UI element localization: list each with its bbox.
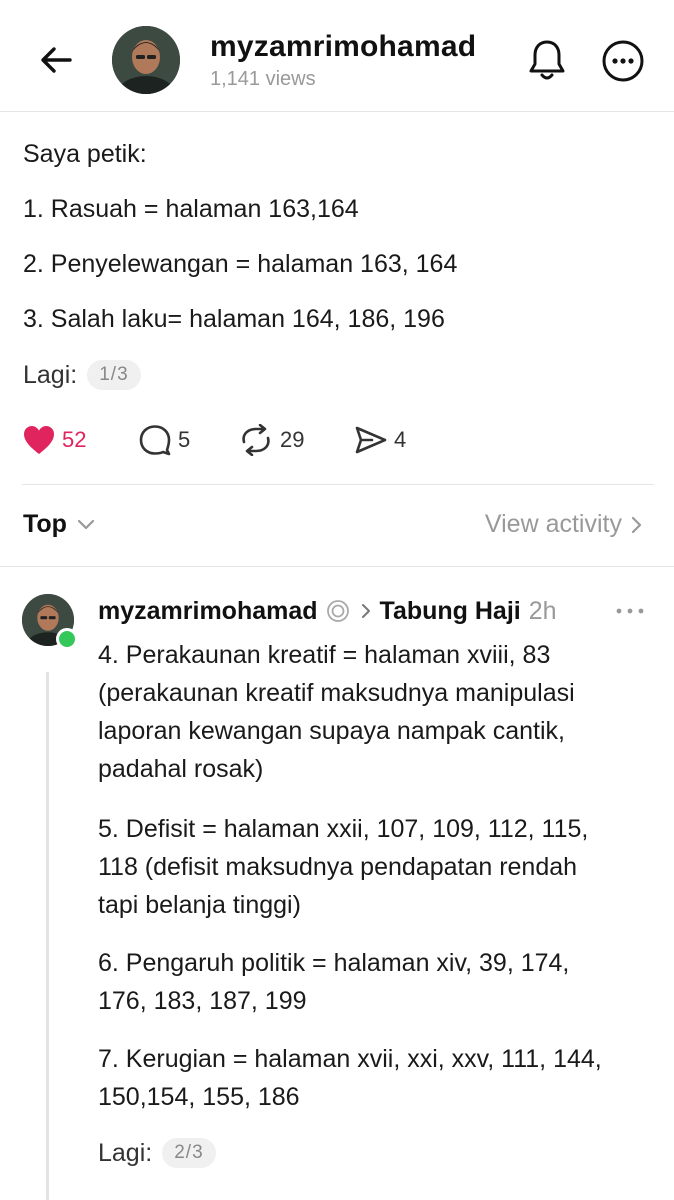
heart-icon xyxy=(24,426,54,454)
view-activity-link[interactable]: View activity xyxy=(485,510,644,539)
comment-button[interactable]: 5 xyxy=(138,420,190,460)
repost-button[interactable]: 29 xyxy=(238,420,304,460)
repost-count: 29 xyxy=(280,427,305,452)
more-pages-row: Lagi: 1/3 xyxy=(23,360,141,390)
chevron-down-icon xyxy=(77,519,95,529)
chevron-right-icon xyxy=(361,604,370,618)
reply-header: myzamrimohamad Tabung Haji 2h xyxy=(98,594,557,628)
threads-badge-icon xyxy=(326,600,349,622)
reply-text-line: 5. Defisit = halaman xxii, 107, 109, 112… xyxy=(98,815,589,843)
sort-dropdown[interactable]: Top xyxy=(23,510,97,539)
header-username[interactable]: myzamrimohamad xyxy=(210,30,476,64)
reply-text-line: 118 (defisit maksudnya pendapatan rendah xyxy=(98,853,578,881)
community-link[interactable]: Tabung Haji xyxy=(380,597,521,626)
share-button[interactable]: 4 xyxy=(354,420,406,460)
reply-more-button[interactable] xyxy=(612,600,648,622)
share-icon xyxy=(355,426,387,454)
post-text-line: Saya petik: xyxy=(23,140,147,168)
page-indicator[interactable]: 1/3 xyxy=(87,360,141,390)
reply-text-line: 176, 183, 187, 199 xyxy=(98,987,307,1015)
page-indicator[interactable]: 2/3 xyxy=(162,1138,216,1168)
avatar[interactable] xyxy=(112,26,180,94)
reply-text-line: 150,154, 155, 186 xyxy=(98,1083,300,1111)
view-activity-label: View activity xyxy=(484,510,622,538)
thread-line xyxy=(46,672,49,1200)
share-count: 4 xyxy=(394,427,407,452)
comment-count: 5 xyxy=(178,427,191,452)
reply-username[interactable]: myzamrimohamad xyxy=(98,597,318,626)
more-label: Lagi: xyxy=(23,360,78,389)
bell-icon xyxy=(529,40,565,80)
reply-paragraph: 6. Pengaruh politik = halaman xiv, 39, 1… xyxy=(98,944,569,1020)
back-button[interactable] xyxy=(36,40,76,80)
notification-button[interactable] xyxy=(526,38,568,82)
more-circle-icon xyxy=(602,40,644,82)
back-arrow-icon xyxy=(41,47,72,73)
post-text-line: 2. Penyelewangan = halaman 163, 164 xyxy=(23,250,458,278)
online-status-dot xyxy=(56,628,78,650)
reply-text-line: (perakaunan kreatif maksudnya manipulasi xyxy=(98,679,575,707)
view-count: 1,141 views xyxy=(210,68,316,90)
more-options-button[interactable] xyxy=(600,38,646,84)
more-pages-row: Lagi: 2/3 xyxy=(98,1138,216,1168)
reply-text-line: 4. Perakaunan kreatif = halaman xviii, 8… xyxy=(98,641,551,669)
more-label: Lagi: xyxy=(98,1138,153,1167)
post-text-line: 1. Rasuah = halaman 163,164 xyxy=(23,195,359,223)
reply-text-line: 6. Pengaruh politik = halaman xiv, 39, 1… xyxy=(98,949,570,977)
like-button[interactable]: 52 xyxy=(22,420,86,460)
reply-timestamp: 2h xyxy=(528,596,557,625)
divider xyxy=(0,566,674,567)
reply-text-line: padahal rosak) xyxy=(98,755,264,783)
reply-text-line: tapi belanja tinggi) xyxy=(98,891,301,919)
reply-text-line: 7. Kerugian = halaman xvii, xxi, xxv, 11… xyxy=(98,1045,602,1073)
reply-text-line: laporan kewangan supaya nampak cantik, xyxy=(98,717,565,745)
sort-label: Top xyxy=(23,510,67,538)
reply-paragraph: 7. Kerugian = halaman xvii, xxi, xxv, 11… xyxy=(98,1040,602,1116)
comment-icon xyxy=(139,425,171,456)
like-count: 52 xyxy=(62,427,87,452)
replies-sort-bar: Top View activity xyxy=(0,484,674,566)
post-actions: 52 5 29 4 xyxy=(22,420,442,460)
post-text-line: 3. Salah laku= halaman 164, 186, 196 xyxy=(23,305,445,333)
chevron-right-icon xyxy=(631,516,642,533)
repost-icon xyxy=(242,424,270,456)
reply-paragraph: 5. Defisit = halaman xxii, 107, 109, 112… xyxy=(98,810,588,924)
more-dots-icon xyxy=(616,608,644,614)
reply-paragraph: 4. Perakaunan kreatif = halaman xviii, 8… xyxy=(98,636,575,788)
post-header: myzamrimohamad 1,141 views xyxy=(0,0,674,112)
